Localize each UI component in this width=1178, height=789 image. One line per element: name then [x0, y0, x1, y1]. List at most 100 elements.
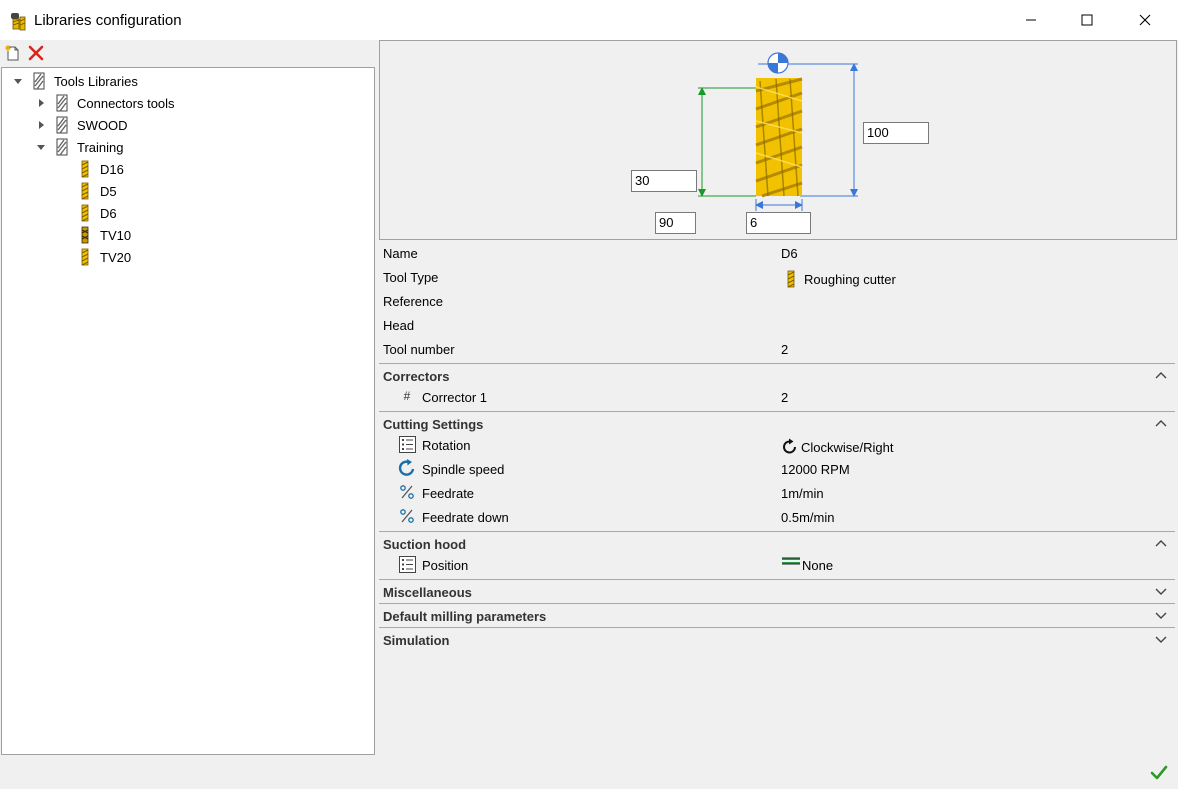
tool-type-value[interactable]: Roughing cutter	[781, 270, 896, 288]
corrector-label: Corrector 1	[422, 390, 488, 405]
tree-node-label: Connectors tools	[77, 95, 175, 111]
tree-node-label: TV10	[100, 227, 132, 243]
list-icon-wrap	[398, 555, 416, 573]
tool-type-row[interactable]: Tool Type Roughing cutter	[379, 265, 1175, 289]
tool-cutter-icon	[81, 248, 89, 266]
library-tree: Tools Libraries Connectors tools SWOOD T…	[1, 67, 375, 755]
delete-icon[interactable]	[27, 44, 45, 62]
position-label: Position	[422, 558, 469, 573]
tree-node-label: Tools Libraries	[54, 73, 138, 89]
feedrate-label: Feedrate	[422, 486, 475, 501]
app-icon	[11, 13, 26, 31]
reference-row[interactable]: Reference	[379, 289, 1175, 313]
tool-cutter-icon	[787, 270, 795, 288]
tree-node-tool[interactable]: TV20	[80, 246, 131, 268]
section-suction-hood[interactable]: Suction hood	[379, 531, 1175, 555]
list-icon	[398, 555, 416, 573]
head-label: Head	[383, 318, 415, 333]
spindle-speed-value[interactable]: 12000 RPM	[781, 462, 850, 477]
position-text: None	[802, 558, 834, 573]
title-bar: Libraries configuration	[0, 0, 1178, 40]
tree-node-swood[interactable]: SWOOD	[35, 114, 128, 136]
chevron-down-icon[interactable]	[1155, 634, 1167, 644]
tool-drawing	[698, 52, 858, 211]
chevron-right-icon[interactable]	[35, 97, 47, 109]
chevron-down-icon[interactable]	[35, 141, 47, 153]
tree-node-tool[interactable]: TV10	[80, 224, 131, 246]
chevron-right-icon[interactable]	[35, 119, 47, 131]
close-button[interactable]	[1122, 0, 1168, 40]
tree-node-connectors-tools[interactable]: Connectors tools	[35, 92, 175, 114]
rotation-label: Rotation	[422, 438, 471, 453]
length-input[interactable]: 100	[863, 122, 929, 144]
chevron-up-icon[interactable]	[1155, 538, 1167, 548]
percent-icon	[400, 509, 414, 523]
maximize-button[interactable]	[1064, 0, 1110, 40]
chevron-up-icon[interactable]	[1155, 418, 1167, 428]
chevron-down-icon[interactable]	[12, 75, 24, 87]
minimize-button[interactable]	[1008, 0, 1054, 40]
chevron-down-icon[interactable]	[1155, 586, 1167, 596]
angle-input[interactable]: 90	[655, 212, 696, 234]
tree-node-tool[interactable]: D6	[80, 202, 117, 224]
cut-length-input[interactable]: 30	[631, 170, 697, 192]
tree-toolbar	[0, 40, 378, 66]
diameter-input[interactable]: 6	[746, 212, 811, 234]
maximize-icon	[1081, 14, 1093, 26]
rotation-text: Clockwise/Right	[801, 439, 894, 455]
tree-node-label: SWOOD	[77, 117, 128, 133]
list-icon	[398, 435, 416, 453]
section-cutting-settings[interactable]: Cutting Settings	[379, 411, 1175, 435]
section-title: Correctors	[383, 369, 450, 384]
tool-type-label: Tool Type	[383, 270, 439, 285]
section-title: Simulation	[383, 633, 450, 648]
tool-number-value[interactable]: 2	[781, 342, 788, 357]
spindle-icon	[398, 459, 415, 476]
section-title: Cutting Settings	[383, 417, 484, 432]
chevron-down-icon[interactable]	[1155, 610, 1167, 620]
tree-node-label: Training	[77, 139, 124, 155]
percent-icon	[400, 485, 414, 499]
feedrate-row[interactable]: Feedrate 1m/min	[379, 481, 1175, 505]
section-default-milling-parameters[interactable]: Default milling parameters	[379, 603, 1175, 627]
spindle-speed-label: Spindle speed	[422, 462, 505, 477]
corrector-row[interactable]: # Corrector 1 2	[379, 385, 1175, 409]
tool-cutter-icon	[81, 204, 89, 222]
reference-label: Reference	[383, 294, 443, 309]
rotation-value[interactable]: Clockwise/Right	[781, 438, 893, 456]
spindle-speed-row[interactable]: Spindle speed 12000 RPM	[379, 457, 1175, 481]
section-title: Default milling parameters	[383, 609, 547, 624]
tool-preview: 100 30 90 6	[379, 40, 1177, 240]
tool-number-label: Tool number	[383, 342, 455, 357]
properties-panel: Name D6 Tool Type Roughing cutter Refere…	[379, 241, 1177, 789]
section-simulation[interactable]: Simulation	[379, 627, 1175, 651]
chevron-up-icon[interactable]	[1155, 370, 1167, 380]
checkmark-icon[interactable]	[1150, 764, 1168, 782]
tree-node-tool[interactable]: D16	[80, 158, 124, 180]
tree-node-training[interactable]: Training	[35, 136, 123, 158]
name-value[interactable]: D6	[781, 246, 798, 261]
section-miscellaneous[interactable]: Miscellaneous	[379, 579, 1175, 603]
window-title: Libraries configuration	[34, 12, 182, 29]
tool-type-text: Roughing cutter	[804, 271, 896, 287]
name-row[interactable]: Name D6	[379, 241, 1175, 265]
position-value[interactable]: None	[781, 557, 834, 573]
section-title: Suction hood	[383, 537, 467, 552]
rotation-row[interactable]: Rotation Clockwise/Right	[379, 433, 1175, 457]
head-row[interactable]: Head	[379, 313, 1175, 337]
feedrate-value[interactable]: 1m/min	[781, 486, 824, 501]
feedrate-down-value[interactable]: 0.5m/min	[781, 510, 834, 525]
suction-hood-icon	[782, 557, 800, 564]
tool-number-row[interactable]: Tool number 2	[379, 337, 1175, 361]
position-row[interactable]: Position None	[379, 553, 1175, 577]
library-icon	[56, 116, 68, 134]
new-document-icon[interactable]	[4, 44, 22, 62]
corrector-value[interactable]: 2	[781, 390, 788, 405]
feedrate-down-label: Feedrate down	[422, 510, 509, 525]
tree-node-tools-libraries[interactable]: Tools Libraries	[12, 70, 138, 92]
library-icon	[56, 94, 68, 112]
section-correctors[interactable]: Correctors	[379, 363, 1175, 387]
tree-node-tool[interactable]: D5	[80, 180, 117, 202]
tool-cutter-icon	[81, 160, 89, 178]
feedrate-down-row[interactable]: Feedrate down 0.5m/min	[379, 505, 1175, 529]
